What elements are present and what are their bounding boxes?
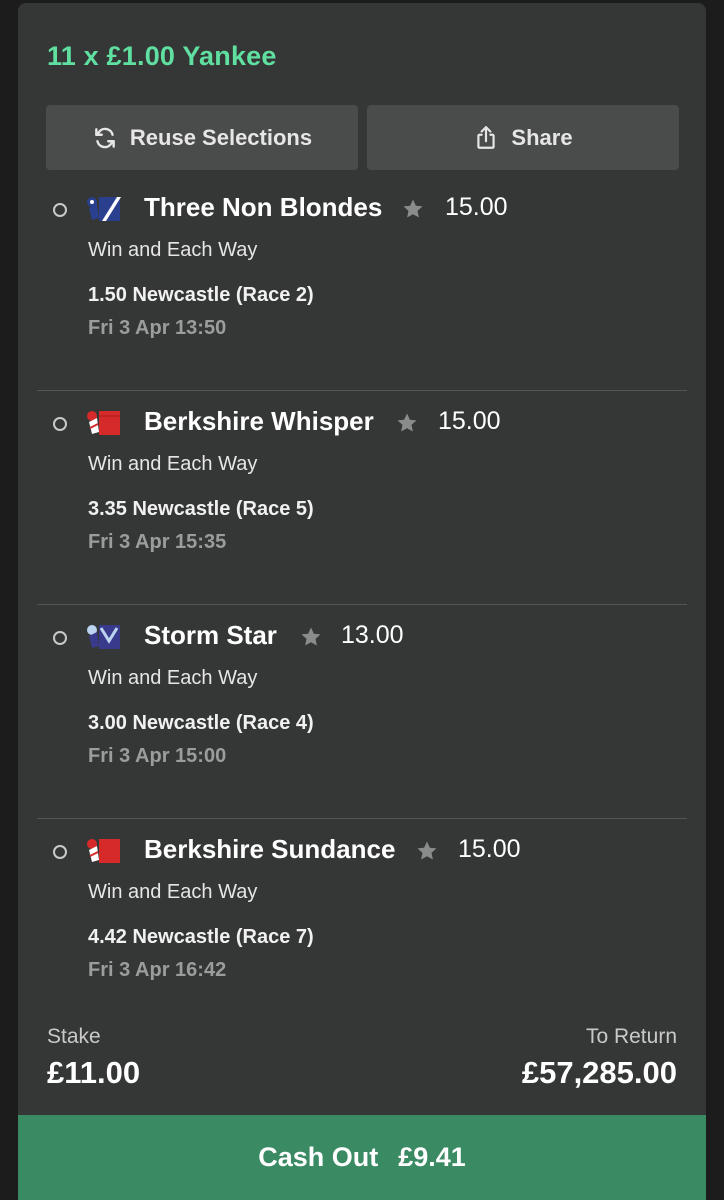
selection-odds: 13.00 — [341, 621, 404, 649]
to-return-label: To Return — [585, 1025, 677, 1048]
selection-status-indicator — [53, 845, 67, 859]
horse-name: Three Non Blondes — [144, 192, 383, 222]
jockey-silk-icon — [87, 197, 121, 221]
market-type: Win and Each Way — [88, 453, 258, 475]
market-type: Win and Each Way — [88, 881, 258, 903]
cash-out-label: Cash Out — [258, 1142, 379, 1172]
market-type: Win and Each Way — [88, 239, 258, 261]
selection-item: Berkshire Whisper 15.00 Win and Each Way… — [18, 391, 706, 605]
bet-card: 11 x £1.00 Yankee Reuse Selections Share… — [18, 3, 706, 1200]
reuse-selections-label: Reuse Selections — [129, 124, 313, 150]
selection-status-indicator — [53, 203, 67, 217]
favourite-star-icon[interactable] — [395, 411, 419, 435]
race-time: Fri 3 Apr 15:35 — [88, 531, 227, 553]
jockey-silk-icon — [87, 839, 120, 863]
selection-item: Berkshire Sundance 15.00 Win and Each Wa… — [18, 819, 706, 1033]
race-time: Fri 3 Apr 15:00 — [88, 745, 227, 767]
favourite-star-icon[interactable] — [401, 197, 425, 221]
race-time: Fri 3 Apr 16:42 — [88, 959, 227, 981]
selection-odds: 15.00 — [458, 835, 521, 863]
selection-item: Three Non Blondes 15.00 Win and Each Way… — [18, 177, 706, 391]
share-label: Share — [511, 124, 573, 150]
selection-status-indicator — [53, 631, 67, 645]
favourite-star-icon[interactable] — [299, 625, 323, 649]
cash-out-button[interactable]: Cash Out £9.41 — [18, 1115, 706, 1200]
share-icon — [477, 125, 496, 149]
selection-odds: 15.00 — [445, 193, 508, 221]
selection-status-indicator — [53, 417, 67, 431]
horse-name: Storm Star — [144, 620, 277, 650]
jockey-silk-icon — [87, 411, 120, 435]
race-name: 1.50 Newcastle (Race 2) — [88, 284, 314, 306]
horse-name: Berkshire Sundance — [144, 834, 396, 864]
stake-label: Stake — [47, 1025, 101, 1048]
race-name: 3.35 Newcastle (Race 5) — [88, 498, 314, 520]
bet-title: 11 x £1.00 Yankee — [47, 41, 277, 71]
race-time: Fri 3 Apr 13:50 — [88, 317, 227, 339]
race-name: 3.00 Newcastle (Race 4) — [88, 712, 314, 734]
stake-value: £11.00 — [47, 1055, 141, 1090]
jockey-silk-icon — [87, 625, 120, 649]
selection-item: Storm Star 13.00 Win and Each Way 3.00 N… — [18, 605, 706, 819]
refresh-icon — [95, 127, 115, 148]
horse-name: Berkshire Whisper — [144, 406, 374, 436]
reuse-selections-button[interactable]: Reuse Selections — [46, 105, 358, 170]
favourite-star-icon[interactable] — [415, 839, 439, 863]
race-name: 4.42 Newcastle (Race 7) — [88, 926, 314, 948]
share-button[interactable]: Share — [367, 105, 679, 170]
to-return-value: £57,285.00 — [521, 1055, 677, 1090]
selection-odds: 15.00 — [438, 407, 501, 435]
market-type: Win and Each Way — [88, 667, 258, 689]
cash-out-amount: £9.41 — [398, 1142, 466, 1172]
